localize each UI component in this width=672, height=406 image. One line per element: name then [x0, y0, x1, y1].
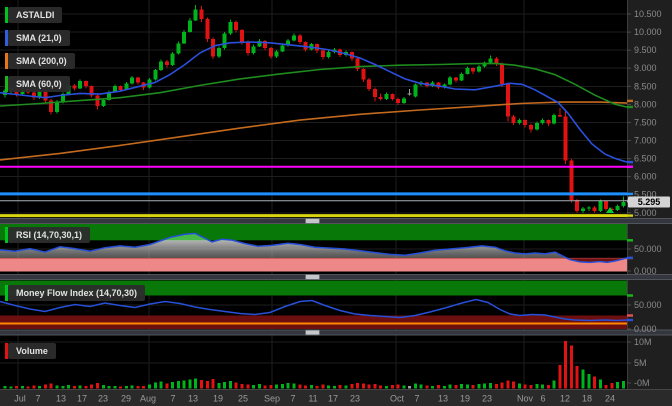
overlay-legend-sma200[interactable]: SMA (200,0) — [5, 53, 75, 69]
time-axis-label: 19 — [213, 394, 223, 404]
time-axis-label: 29 — [121, 394, 131, 404]
price-axis-label: 50.000 — [634, 300, 662, 310]
price-axis-label: 9.500 — [634, 45, 657, 55]
time-axis-label: 25 — [238, 394, 248, 404]
time-axis-label: 17 — [77, 394, 87, 404]
sma200-label: SMA (200,0) — [8, 53, 75, 69]
panel-separator[interactable] — [0, 274, 672, 280]
overlay-legend-sma60[interactable]: SMA (60,0) — [5, 76, 70, 92]
time-axis-label: Oct — [390, 394, 405, 404]
time-axis-label: Jul — [14, 394, 26, 404]
time-axis-label: Aug — [140, 394, 156, 404]
time-axis-label: 23 — [98, 394, 108, 404]
price-axis-label: 8.000 — [634, 99, 657, 109]
time-axis-label: 7 — [414, 394, 419, 404]
price-axis-label: -0M — [634, 378, 650, 388]
price-axis-label: 10M — [634, 337, 652, 347]
time-axis-label: 23 — [350, 394, 360, 404]
time-axis-label: 24 — [605, 394, 615, 404]
chart-window: 10.500 10.000 9.500 9.000 8.500 8.000 7.500 7.0… — [0, 0, 672, 406]
panel-resize-handle[interactable] — [306, 219, 320, 224]
time-axis-label: 6 — [540, 394, 545, 404]
mfi-legend[interactable]: Money Flow Index (14,70,30) — [5, 285, 145, 301]
time-axis-label: 7 — [170, 394, 175, 404]
panel-resize-handle[interactable] — [306, 330, 320, 335]
sma21-label: SMA (21,0) — [8, 30, 70, 46]
time-axis-label: 7 — [35, 394, 40, 404]
time-axis-label: 12 — [560, 394, 570, 404]
time-axis-label: Sep — [264, 394, 280, 404]
svg-text:5.295: 5.295 — [638, 197, 661, 207]
time-axis-label: 13 — [56, 394, 66, 404]
time-axis-label: 19 — [460, 394, 470, 404]
volume-label: Volume — [8, 343, 56, 359]
chart-canvas[interactable]: 10.500 10.000 9.500 9.000 8.500 8.000 7.500 7.0… — [0, 0, 672, 406]
symbol-legend[interactable]: ASTALDI — [5, 7, 62, 23]
time-axis-label: Nov — [517, 394, 534, 404]
price-axis-label: 0.000 — [634, 324, 657, 334]
panel-resize-handle[interactable] — [306, 275, 320, 280]
chart-bg — [0, 0, 672, 406]
time-axis-label: 13 — [188, 394, 198, 404]
rsi-legend[interactable]: RSI (14,70,30,1) — [5, 227, 90, 243]
volume-legend[interactable]: Volume — [5, 343, 56, 359]
mfi-label: Money Flow Index (14,70,30) — [8, 285, 145, 301]
panel-separator[interactable] — [0, 330, 672, 336]
panel-separator[interactable] — [0, 218, 672, 224]
rsi-label: RSI (14,70,30,1) — [8, 227, 90, 243]
last-price-label: 5.295 — [627, 197, 670, 208]
time-axis-label: 23 — [482, 394, 492, 404]
time-axis-label: 11 — [308, 394, 317, 404]
overlay-legend-sma21[interactable]: SMA (21,0) — [5, 30, 70, 46]
price-axis-label: 10.500 — [634, 9, 662, 19]
price-axis-label: 5.000 — [634, 208, 657, 218]
price-axis-label: 50.000 — [634, 244, 662, 254]
price-axis-label: 6.500 — [634, 154, 657, 164]
sma60-label: SMA (60,0) — [8, 76, 70, 92]
time-axis-label: 18 — [582, 394, 592, 404]
symbol-label: ASTALDI — [8, 7, 62, 23]
price-axis-label: 0.000 — [634, 266, 657, 276]
price-axis-label: 7.500 — [634, 117, 657, 127]
price-axis-label: 9.000 — [634, 63, 657, 73]
time-axis-label: 17 — [328, 394, 338, 404]
price-axis-label: 10.000 — [634, 27, 662, 37]
time-axis-labels: Jul 7 13 17 23 29 Aug 7 13 19 25 Sep 7 11 17 23 Oct 7 13 19… — [14, 394, 615, 404]
price-axis-label: 5M — [634, 358, 647, 368]
time-axis-label: 13 — [438, 394, 448, 404]
price-axis-label: 8.500 — [634, 81, 657, 91]
price-axis-label: 6.000 — [634, 172, 657, 182]
price-axis-label: 7.000 — [634, 136, 657, 146]
time-axis-label: 7 — [290, 394, 295, 404]
